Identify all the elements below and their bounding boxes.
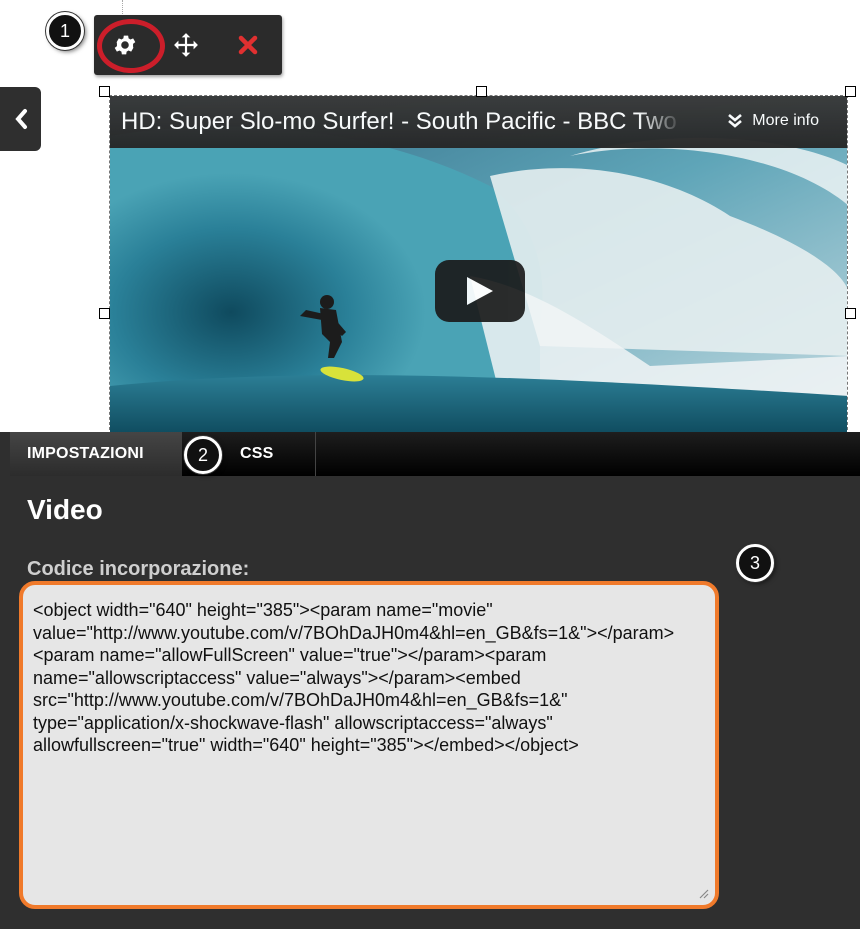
embed-code-field[interactable]: <object width="640" height="385"><param … (31, 597, 713, 901)
embed-code-field-frame: <object width="640" height="385"><param … (19, 581, 719, 909)
chevron-left-icon (14, 109, 27, 129)
embed-code-label: Codice incorporazione: (27, 558, 250, 580)
tab-css[interactable]: CSS (228, 432, 316, 476)
highlight-ring (97, 19, 165, 73)
callout-2: 2 (184, 436, 222, 474)
resize-handle-top[interactable] (476, 86, 487, 97)
resize-handle-right[interactable] (845, 308, 856, 319)
double-chevron-down-icon (728, 114, 743, 128)
video-player[interactable]: HD: Super Slo-mo Surfer! - South Pacific… (109, 95, 848, 435)
resize-handle-top-left[interactable] (99, 86, 110, 97)
callout-3: 3 (736, 544, 774, 582)
panel-tab-bar: IMPOSTAZIONI CSS (10, 432, 860, 476)
resize-handle-left[interactable] (99, 308, 110, 319)
more-info-label: More info (752, 112, 819, 129)
video-title[interactable]: HD: Super Slo-mo Surfer! - South Pacific… (121, 108, 683, 138)
dotted-guide (122, 0, 123, 14)
delete-button[interactable] (232, 29, 264, 61)
close-icon (238, 35, 258, 55)
resize-handle-top-right[interactable] (845, 86, 856, 97)
tab-impostazioni[interactable]: IMPOSTAZIONI (10, 432, 182, 476)
more-info-button[interactable]: More info (728, 112, 819, 130)
move-icon (174, 33, 198, 57)
play-button[interactable] (435, 260, 525, 322)
settings-panel: IMPOSTAZIONI CSS Video Codice incorporaz… (0, 432, 860, 929)
panel-title: Video (27, 494, 103, 525)
collapse-sidebar-tab[interactable] (0, 87, 41, 151)
resize-grip-icon[interactable] (697, 887, 709, 899)
play-icon (467, 277, 493, 305)
video-title-bar: HD: Super Slo-mo Surfer! - South Pacific… (110, 96, 847, 148)
move-button[interactable] (170, 29, 202, 61)
callout-1: 1 (46, 12, 84, 50)
